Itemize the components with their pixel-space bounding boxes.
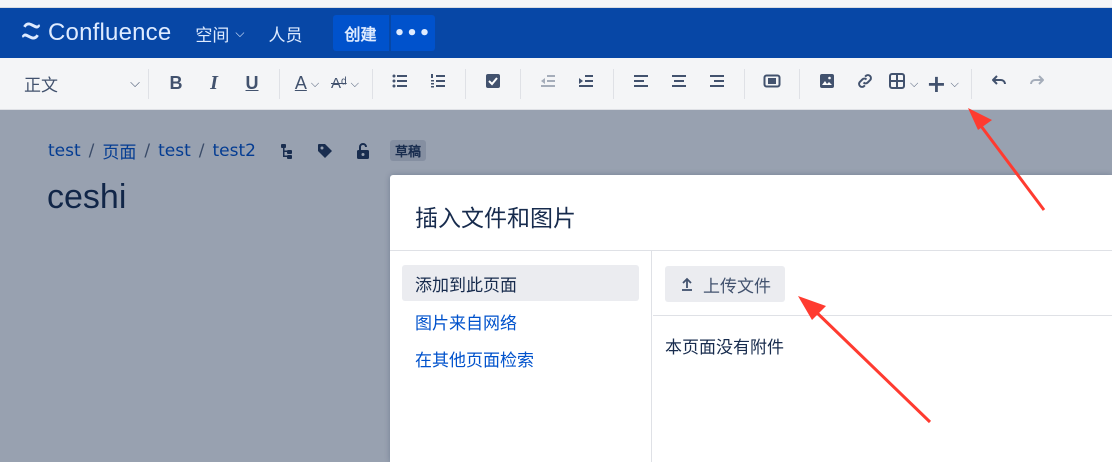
upload-file-button[interactable]: 上传文件 — [665, 266, 785, 302]
insert-files-dialog: 插入文件和图片 添加到此页面 图片来自网络 在其他页面检索 上传文件 本页面没有… — [390, 175, 1112, 462]
confluence-logo-icon — [20, 20, 42, 46]
italic-button[interactable]: I — [199, 68, 229, 100]
nav-people[interactable]: 人员 — [269, 21, 303, 46]
nav-people-label: 人员 — [268, 25, 303, 46]
undo-icon — [990, 72, 1008, 95]
task-list-button[interactable] — [478, 68, 508, 100]
dialog-sidebar: 添加到此页面 图片来自网络 在其他页面检索 — [390, 251, 652, 462]
paragraph-style-label: 正文 — [24, 76, 58, 96]
insert-link-icon — [856, 72, 874, 95]
text-color-button[interactable]: A ⌵ — [292, 68, 322, 100]
page-layout-icon — [763, 72, 781, 95]
align-center-button[interactable] — [664, 68, 694, 100]
indent-icon — [577, 72, 595, 95]
align-right-icon — [708, 72, 726, 95]
page-layout-button[interactable] — [757, 68, 787, 100]
upload-file-label: 上传文件 — [703, 276, 771, 297]
align-left-icon — [632, 72, 650, 95]
nav-spaces[interactable]: 空间 ⌵ — [195, 21, 244, 46]
task-list-icon — [484, 72, 502, 95]
toolbar-divider — [465, 68, 466, 99]
toolbar-divider — [970, 68, 972, 99]
create-more-button[interactable]: ••• — [390, 15, 435, 51]
insert-table-button[interactable]: ⌵ — [888, 68, 918, 100]
chevron-down-icon: ⌵ — [910, 76, 919, 90]
chevron-down-icon: ⌵ — [950, 76, 959, 90]
toolbar-divider — [148, 68, 149, 99]
no-attachments-message: 本页面没有附件 — [665, 338, 784, 358]
sidebar-item-search-other-pages[interactable]: 在其他页面检索 — [402, 340, 639, 376]
dialog-title: 插入文件和图片 — [415, 206, 576, 232]
sidebar-item-web-image[interactable]: 图片来自网络 — [402, 303, 639, 339]
dialog-main-panel: 上传文件 本页面没有附件 — [653, 251, 1112, 462]
align-center-icon — [670, 72, 688, 95]
paragraph-style-select[interactable]: 正文 ⌵ — [24, 71, 140, 96]
panel-divider — [653, 315, 1112, 316]
undo-button[interactable] — [984, 68, 1014, 100]
redo-icon — [1028, 72, 1046, 95]
underline-icon: U — [245, 73, 259, 93]
outdent-button[interactable] — [533, 68, 563, 100]
more-formatting-button[interactable]: Aᵈ ⌵ — [330, 68, 360, 100]
plus-icon: + — [926, 69, 947, 98]
toolbar-divider — [744, 68, 745, 99]
toolbar-divider — [279, 68, 280, 99]
browser-top-strip — [0, 0, 1112, 8]
bold-icon: B — [169, 73, 183, 93]
chevron-down-icon: ⌵ — [235, 25, 245, 40]
numbered-list-icon — [429, 72, 447, 95]
bullet-list-button[interactable] — [385, 68, 415, 100]
chevron-down-icon: ⌵ — [310, 76, 320, 90]
insert-image-button[interactable] — [812, 68, 842, 100]
insert-image-icon — [818, 72, 836, 95]
numbered-list-button[interactable] — [423, 68, 453, 100]
indent-button[interactable] — [571, 68, 601, 100]
toolbar-divider — [799, 68, 800, 99]
sidebar-item-attach-to-page[interactable]: 添加到此页面 — [402, 265, 639, 301]
outdent-icon — [539, 72, 557, 95]
italic-icon: I — [210, 72, 218, 94]
align-right-button[interactable] — [702, 68, 732, 100]
nav-spaces-label: 空间 — [195, 25, 230, 46]
create-button[interactable]: 创建 — [332, 15, 389, 51]
text-color-icon: A — [294, 73, 307, 93]
chevron-down-icon: ⌵ — [130, 76, 140, 91]
align-left-button[interactable] — [626, 68, 656, 100]
bold-button[interactable]: B — [161, 68, 191, 100]
toolbar-divider — [520, 68, 521, 99]
confluence-logo[interactable]: Confluence — [20, 19, 171, 47]
redo-button[interactable] — [1022, 68, 1052, 100]
chevron-down-icon: ⌵ — [350, 76, 359, 90]
toolbar-divider — [372, 68, 373, 99]
underline-button[interactable]: U — [237, 68, 267, 100]
more-formatting-icon: Aᵈ — [330, 75, 347, 92]
insert-link-button[interactable] — [850, 68, 880, 100]
upload-arrow-icon — [682, 277, 692, 291]
insert-table-icon — [888, 72, 906, 95]
toolbar-divider — [613, 68, 614, 99]
bullet-list-icon — [391, 72, 409, 95]
editor-toolbar: 正文 ⌵ B I U A ⌵ Aᵈ ⌵ ⌵ + ⌵ — [0, 58, 1112, 110]
logo-text: Confluence — [48, 19, 172, 46]
top-navigation-bar: Confluence 空间 ⌵ 人员 创建 ••• — [0, 8, 1112, 58]
insert-more-button[interactable]: + ⌵ — [926, 68, 958, 100]
